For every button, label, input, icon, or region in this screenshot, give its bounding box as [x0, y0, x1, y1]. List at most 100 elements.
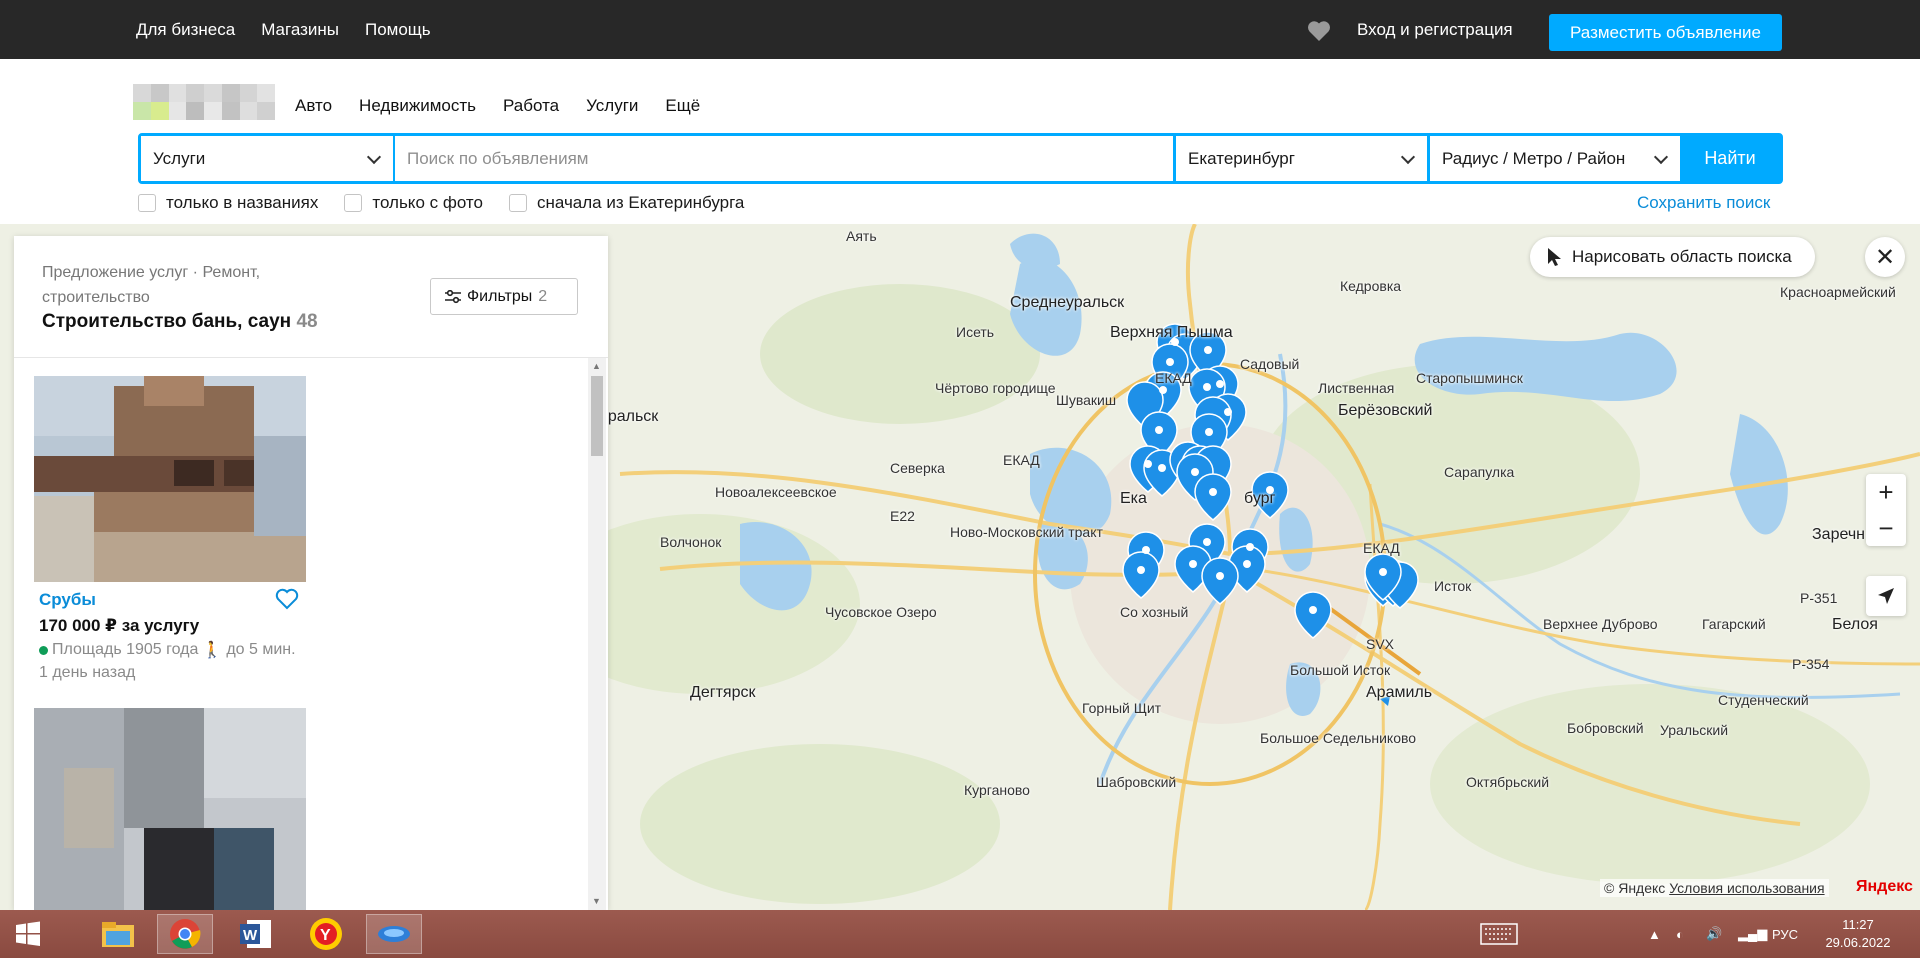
app-icon[interactable] [366, 914, 422, 954]
map-copyright: © Яндекс Условия использования [1600, 879, 1829, 897]
volume-icon[interactable]: 🔊 [1706, 910, 1722, 958]
terms-link[interactable]: Условия использования [1669, 880, 1824, 896]
metro-station: Площадь 1905 года [52, 641, 199, 658]
map-label: Белоя [1832, 616, 1878, 633]
zoom-in-button[interactable]: + [1866, 474, 1906, 510]
zoom-out-button[interactable]: − [1866, 510, 1906, 546]
map-label: Чёртово городище [935, 380, 1056, 396]
language-indicator[interactable]: РУС [1772, 910, 1798, 958]
map-label: Волчонок [660, 534, 722, 550]
breadcrumb[interactable]: Предложение услуг · Ремонт, строительств… [42, 260, 342, 310]
cat-services[interactable]: Услуги [586, 96, 638, 116]
find-button[interactable]: Найти [1680, 136, 1780, 181]
zoom-control: + − [1866, 474, 1906, 546]
heart-icon[interactable] [1306, 20, 1332, 42]
listing-image[interactable] [34, 376, 306, 582]
clock-date: 29.06.2022 [1825, 935, 1891, 950]
scrollbar[interactable]: ▲ ▼ [588, 358, 606, 910]
cat-auto[interactable]: Авто [295, 96, 332, 116]
listing-photo [34, 376, 306, 582]
chevron-down-icon [1653, 149, 1669, 165]
map-label: Верхнее Дуброво [1543, 616, 1658, 632]
map-label: Садовый [1240, 356, 1300, 372]
map-label: Гагарский [1702, 616, 1766, 632]
map-label: Со хозный [1120, 604, 1189, 620]
scroll-down-icon[interactable]: ▼ [592, 896, 601, 906]
tray-arrow-icon[interactable]: ▲ [1648, 910, 1661, 958]
map-label: SVX [1366, 636, 1395, 652]
map-label: Шабровский [1096, 774, 1177, 790]
draw-area-label: Нарисовать область поиска [1572, 247, 1792, 266]
yandex-browser-icon[interactable]: Y [298, 914, 354, 954]
city-select[interactable]: Екатеринбург [1176, 136, 1427, 181]
map-label: Аять [846, 228, 877, 244]
cat-work[interactable]: Работа [503, 96, 559, 116]
map-label: Дегтярск [690, 684, 756, 701]
save-search-link[interactable]: Сохранить поиск [1637, 193, 1770, 213]
start-button[interactable] [0, 914, 56, 954]
map-label: Верхняя Пышма [1110, 324, 1233, 341]
signal-icon[interactable]: ▂▄▆ [1738, 910, 1767, 958]
map-label: Среднеуральск [1010, 294, 1125, 311]
word-icon[interactable]: W [228, 914, 284, 954]
map-label: ЕКАД [1363, 540, 1400, 556]
clock-time: 11:27 [1842, 917, 1874, 932]
map-label: E22 [890, 508, 915, 524]
city-first-checkbox[interactable]: сначала из Екатеринбурга [508, 193, 744, 213]
svg-text:W: W [243, 927, 258, 944]
page-title: Строительство бань, саун 48 [42, 311, 318, 333]
city-select-value: Екатеринбург [1188, 148, 1295, 168]
search-input[interactable] [407, 148, 1173, 169]
photo-only-checkbox[interactable]: только с фото [344, 193, 483, 213]
map-label: Заречн [1812, 526, 1865, 543]
map-brand[interactable]: Яндекс [1856, 878, 1913, 896]
nav-business[interactable]: Для бизнеса [136, 20, 235, 40]
clock[interactable]: 11:27 29.06.2022 [1818, 916, 1898, 952]
nav-shops[interactable]: Магазины [261, 20, 339, 40]
keyboard-icon[interactable] [1480, 910, 1518, 958]
network-icon[interactable]: ◐ [1676, 910, 1684, 958]
nav-help[interactable]: Помощь [365, 20, 431, 40]
cat-realty[interactable]: Недвижимость [359, 96, 476, 116]
map-label: уральск [600, 408, 659, 425]
chevron-down-icon [366, 149, 382, 165]
chrome-icon[interactable] [157, 914, 213, 954]
search-options: только в названиях только с фото сначала… [138, 193, 744, 213]
logo[interactable] [133, 84, 275, 120]
scroll-up-icon[interactable]: ▲ [592, 361, 601, 371]
login-link[interactable]: Вход и регистрация [1357, 0, 1513, 59]
walking-icon: 🚶 [202, 642, 223, 659]
sliders-icon [445, 289, 461, 303]
divider [14, 357, 608, 358]
map-label: Ново-Московский тракт [950, 524, 1103, 540]
map-label: Арамиль [1366, 684, 1433, 701]
category-select[interactable]: Услуги [141, 136, 393, 181]
filters-label: Фильтры [467, 287, 533, 305]
favorite-heart-icon[interactable] [275, 588, 299, 610]
listing-image[interactable] [34, 708, 306, 910]
scrollbar-thumb[interactable] [591, 376, 603, 456]
radius-select[interactable]: Радиус / Метро / Район [1430, 136, 1680, 181]
map-label: ЕКАД [1003, 452, 1040, 468]
cat-more[interactable]: Ещё [665, 96, 700, 116]
listing-title[interactable]: Срубы [39, 590, 96, 610]
close-map-button[interactable]: ✕ [1865, 237, 1905, 277]
post-ad-button[interactable]: Разместить объявление [1549, 14, 1782, 51]
checkbox-box[interactable] [344, 194, 363, 212]
radius-select-value: Радиус / Метро / Район [1442, 148, 1626, 168]
checkbox-box[interactable] [508, 194, 527, 212]
map-label: бург [1244, 490, 1276, 507]
map-label: Большое Седельниково [1260, 730, 1417, 746]
filters-count: 2 [538, 287, 548, 305]
titles-only-checkbox[interactable]: только в названиях [138, 193, 318, 213]
listing-date: 1 день назад [39, 664, 136, 681]
map-label: Студенческий [1718, 692, 1809, 708]
checkbox-box[interactable] [138, 194, 156, 212]
filters-button[interactable]: Фильтры 2 [430, 278, 578, 315]
page-title-text: Строительство бань, саун [42, 311, 292, 332]
file-explorer-icon[interactable] [90, 914, 146, 954]
copyright-text: © Яндекс [1604, 880, 1666, 896]
draw-area-button[interactable]: Нарисовать область поиска [1530, 237, 1815, 277]
search-field [395, 136, 1173, 181]
geolocation-button[interactable] [1866, 576, 1906, 616]
